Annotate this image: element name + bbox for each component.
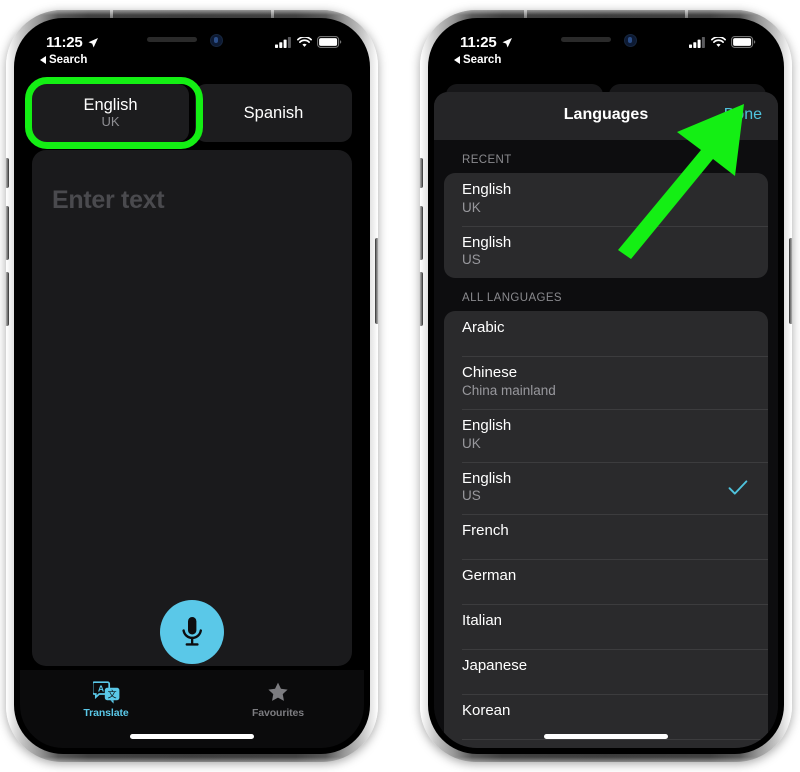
translate-input-card[interactable]: Enter text [32,150,352,666]
cellular-signal-icon [275,36,291,48]
checkmark-icon [728,480,748,495]
language-region: UK [462,199,481,215]
language-region: China mainland [462,383,556,398]
status-bar-right: 11:25 Search [434,24,778,80]
battery-icon [731,36,756,48]
section-header-all-languages: ALL LANGUAGES [462,292,563,305]
source-language-button[interactable]: English UK [32,84,189,142]
recent-languages-group: English UK English US [444,173,768,279]
tab-favourites-label: Favourites [251,707,305,719]
volume-up-button[interactable] [5,206,9,260]
volume-down-button[interactable] [419,272,423,326]
language-name: English [462,181,512,198]
front-camera [624,34,637,47]
list-item[interactable]: Italian [444,604,768,649]
source-language-region: UK [101,114,120,130]
status-time-group: 11:25 [46,34,99,51]
language-name: Chinese [462,364,518,382]
svg-text:文: 文 [107,688,116,700]
earpiece-speaker [147,37,197,42]
wifi-icon [711,36,726,47]
side-power-button[interactable] [375,238,379,324]
language-region: US [462,252,481,268]
front-camera [210,34,223,47]
tab-translate-label: Translate [83,707,129,719]
language-name: English [462,416,512,434]
status-time: 11:25 [46,34,83,51]
mute-switch[interactable] [5,158,9,188]
star-icon [268,682,288,701]
target-language-name: Spanish [243,103,304,122]
back-triangle-icon [40,56,46,64]
back-triangle-icon [454,56,460,64]
screen-left: 11:25 Search English UK Spanish Enter te… [20,24,364,748]
screen-right: 11:25 Search Languages Done RECENT Engli… [434,24,778,748]
source-language-name: English [83,95,138,114]
back-label: Search [463,54,502,66]
list-item[interactable]: Japanese [444,649,768,694]
sheet-navigation-bar: Languages Done [434,92,778,141]
translate-input-placeholder: Enter text [52,186,165,214]
list-item[interactable]: Arabic [444,311,768,356]
status-time-group: 11:25 [460,34,513,51]
target-language-button[interactable]: Spanish [195,84,352,142]
language-name: German [462,567,517,585]
status-indicators-right [689,36,756,48]
languages-sheet: Languages Done RECENT English UK English… [434,92,778,748]
list-item-selected[interactable]: English US [444,461,768,515]
cellular-signal-icon [689,36,705,48]
language-name: Korean [462,702,511,720]
languages-list[interactable]: RECENT English UK English US ALL LANGUAG… [434,140,778,748]
list-item[interactable]: German [444,559,768,604]
iphone-left-translate: 11:25 Search English UK Spanish Enter te… [5,10,379,762]
location-arrow-icon [88,37,98,47]
language-region: UK [462,435,481,451]
mute-switch[interactable] [419,158,423,188]
list-item[interactable]: French [444,514,768,559]
language-name: Italian [462,612,503,630]
home-indicator[interactable] [544,734,668,739]
status-bar-left: 11:25 Search [20,24,364,80]
section-header-recent: RECENT [462,154,512,166]
wifi-icon [297,36,312,47]
list-item[interactable]: Portuguese [444,739,768,748]
language-selector-row: English UK Spanish [32,84,352,142]
list-item[interactable]: English UK [444,173,768,226]
list-item[interactable]: Korean [444,694,768,739]
back-to-search-link[interactable]: Search [454,54,501,66]
list-item[interactable]: English US [444,225,768,279]
all-languages-group: Arabic Chinese China mainland English UK… [444,311,768,748]
language-name: Japanese [462,657,528,675]
done-button[interactable]: Done [724,106,762,124]
home-indicator[interactable] [130,734,254,739]
earpiece-speaker [561,37,611,42]
location-arrow-icon [502,37,512,47]
side-power-button[interactable] [789,238,793,324]
iphone-right-languages: 11:25 Search Languages Done RECENT Engli… [419,10,793,762]
language-name: French [462,522,509,540]
list-item[interactable]: English UK [444,408,768,462]
back-label: Search [49,54,88,66]
list-item[interactable]: Chinese China mainland [444,356,768,409]
microphone-icon [182,617,202,646]
volume-up-button[interactable] [419,206,423,260]
svg-text:A: A [97,683,103,693]
translate-icon: A 文 [92,681,119,704]
language-name: Arabic [462,319,505,337]
status-time: 11:25 [460,34,497,51]
back-to-search-link[interactable]: Search [40,54,87,66]
language-name: English [462,233,512,251]
battery-icon [317,36,342,48]
language-region: US [462,488,481,504]
volume-down-button[interactable] [5,272,9,326]
language-name: Portuguese [462,747,750,748]
language-name: English [462,469,512,487]
microphone-button[interactable] [160,600,224,664]
status-indicators-left [275,36,342,48]
